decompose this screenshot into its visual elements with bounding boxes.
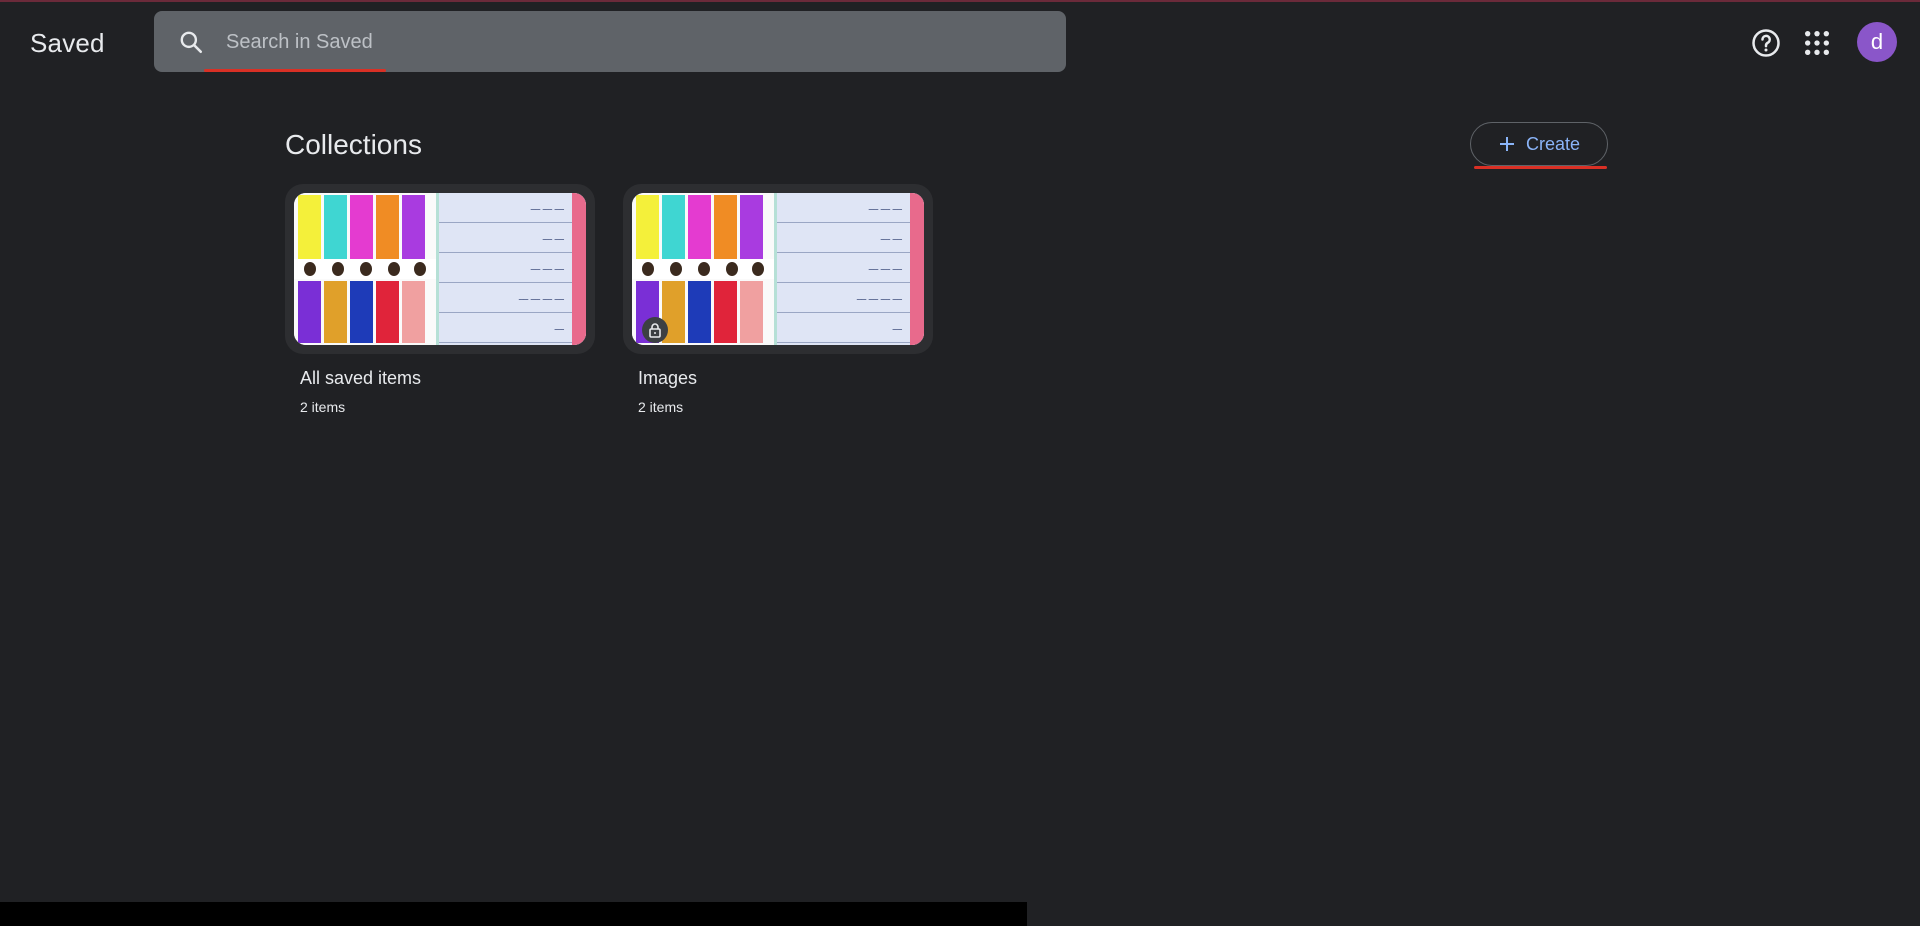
text-table-image: ــــ ــــ ــــ ــــ ــــ ــــ ــــ ــــ … bbox=[774, 193, 924, 345]
apps-grid-icon[interactable] bbox=[1803, 29, 1831, 57]
search-icon[interactable] bbox=[178, 29, 204, 55]
create-collection-button[interactable]: Create bbox=[1470, 122, 1608, 166]
collections-heading: Collections bbox=[285, 129, 422, 160]
text-table-image: ــــ ــــ ــــ ــــ ــــ ــــ ــــ ــــ … bbox=[436, 193, 586, 345]
private-badge bbox=[642, 317, 668, 343]
app-title: Saved bbox=[30, 28, 105, 58]
annotation-underline-search bbox=[204, 69, 386, 72]
collection-thumbnail[interactable]: ــــ ــــ ــــ ــــ ــــ ــــ ــــ ــــ … bbox=[623, 184, 933, 354]
top-app-bar: Saved d bbox=[0, 2, 1920, 82]
search-bar[interactable] bbox=[154, 11, 1066, 72]
help-icon[interactable] bbox=[1751, 28, 1781, 58]
account-avatar[interactable]: d bbox=[1857, 22, 1897, 62]
collection-title: All saved items bbox=[300, 368, 422, 388]
plus-icon bbox=[1499, 137, 1514, 151]
create-button-label: Create bbox=[1525, 133, 1581, 154]
collection-thumbnail[interactable]: ــــ ــــ ــــ ــــ ــــ ــــ ــــ ــــ … bbox=[285, 184, 595, 354]
collection-item-count: 2 items bbox=[300, 399, 346, 415]
collection-card[interactable]: ــــ ــــ ــــ ــــ ــــ ــــ ــــ ــــ … bbox=[285, 184, 595, 415]
annotation-underline-create bbox=[1474, 166, 1607, 169]
lock-icon bbox=[649, 323, 661, 338]
colorful-table-image bbox=[294, 193, 436, 345]
search-input[interactable] bbox=[226, 23, 1026, 61]
collection-card[interactable]: ــــ ــــ ــــ ــــ ــــ ــــ ــــ ــــ … bbox=[623, 184, 933, 415]
collection-item-count: 2 items bbox=[638, 399, 684, 415]
collection-title: Images bbox=[638, 368, 698, 388]
thumbnail-image: ــــ ــــ ــــ ــــ ــــ ــــ ــــ ــــ … bbox=[632, 193, 924, 345]
thumbnail-image: ــــ ــــ ــــ ــــ ــــ ــــ ــــ ــــ … bbox=[294, 193, 586, 345]
bottom-overlay-bar bbox=[0, 902, 1027, 926]
